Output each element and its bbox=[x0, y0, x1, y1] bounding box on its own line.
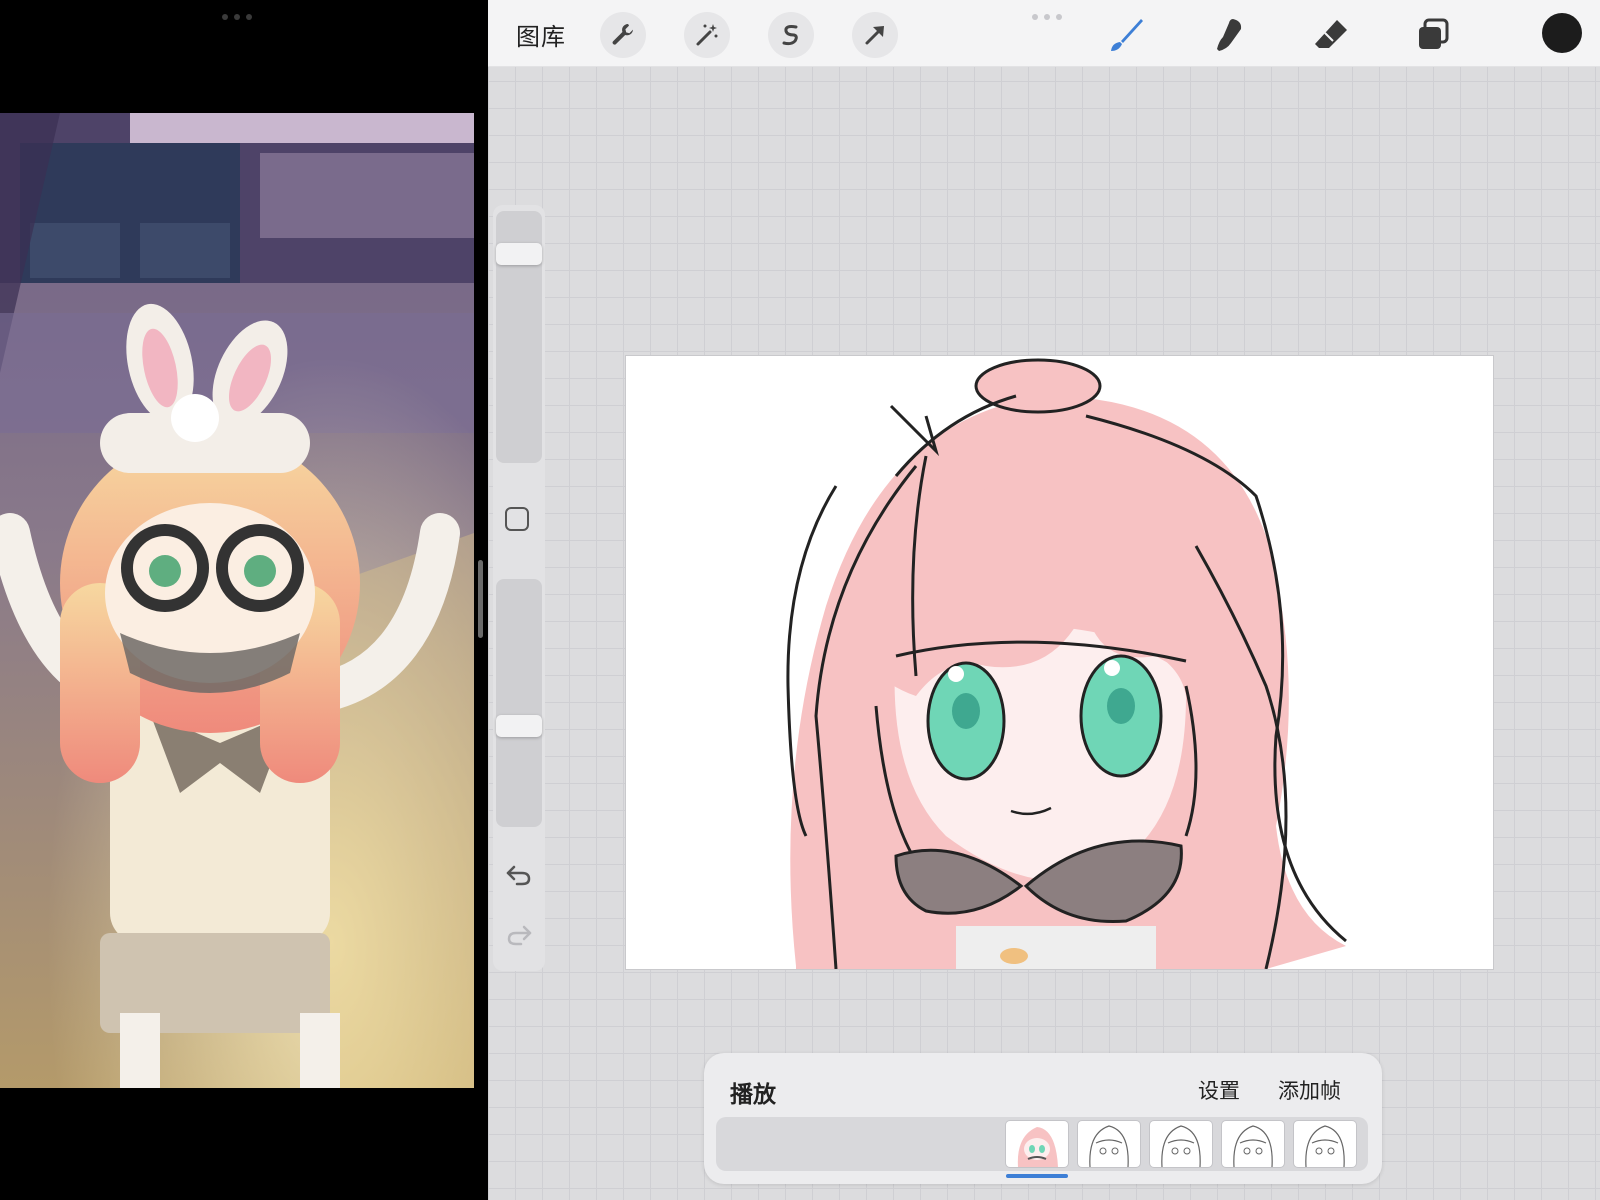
frame-5-preview bbox=[1305, 1125, 1345, 1167]
animation-settings-button[interactable]: 设置 bbox=[1198, 1075, 1240, 1105]
brush-size-slider-thumb[interactable] bbox=[496, 243, 542, 265]
selected-frame-indicator bbox=[1006, 1174, 1068, 1178]
redo-button[interactable] bbox=[505, 923, 533, 951]
undo-icon bbox=[506, 865, 531, 886]
layers-icon bbox=[1419, 18, 1449, 49]
brush-icon bbox=[1111, 19, 1143, 51]
frame-1-preview bbox=[1017, 1127, 1058, 1167]
animation-assist-panel: 播放 设置 添加帧 bbox=[704, 1053, 1382, 1184]
gallery-button[interactable]: 图库 bbox=[516, 17, 566, 52]
selection-s-icon bbox=[782, 25, 798, 46]
side-toolbar bbox=[493, 205, 545, 971]
frame-3-preview bbox=[1161, 1125, 1201, 1167]
adjustments-button[interactable] bbox=[684, 12, 730, 58]
frame-thumbnail-5[interactable] bbox=[1294, 1121, 1356, 1167]
actions-button[interactable] bbox=[600, 12, 646, 58]
frame-thumbnail-2[interactable] bbox=[1078, 1121, 1140, 1167]
canvas-artwork bbox=[786, 358, 1347, 969]
drawing-canvas[interactable] bbox=[626, 356, 1493, 969]
frame-timeline[interactable] bbox=[716, 1117, 1368, 1171]
right-window-grabber[interactable] bbox=[1028, 14, 1066, 20]
brush-size-slider[interactable] bbox=[496, 211, 542, 463]
opacity-slider-thumb[interactable] bbox=[496, 715, 542, 737]
magic-wand-icon bbox=[696, 24, 718, 46]
frame-thumbnail-3[interactable] bbox=[1150, 1121, 1212, 1167]
playback-button[interactable]: 播放 bbox=[730, 1075, 776, 1109]
reference-game-screenshot bbox=[0, 113, 474, 1088]
add-frame-button[interactable]: 添加帧 bbox=[1278, 1075, 1341, 1105]
frame-thumbnail-4[interactable] bbox=[1222, 1121, 1284, 1167]
frame-4-preview bbox=[1233, 1125, 1273, 1167]
undo-button[interactable] bbox=[505, 863, 533, 891]
eraser-icon bbox=[1315, 20, 1347, 48]
opacity-slider[interactable] bbox=[496, 579, 542, 827]
wrench-icon bbox=[612, 24, 633, 45]
procreate-app: 图库 播放 设置 添加帧 bbox=[488, 0, 1600, 1200]
split-view-left-app bbox=[0, 0, 488, 1200]
color-picker-swatch[interactable] bbox=[1542, 13, 1582, 53]
smudge-finger-icon bbox=[1217, 19, 1242, 51]
redo-icon bbox=[507, 925, 532, 946]
selection-button[interactable] bbox=[768, 12, 814, 58]
frame-thumbnail-1[interactable] bbox=[1006, 1121, 1068, 1167]
transform-button[interactable] bbox=[852, 12, 898, 58]
split-view-divider-handle[interactable] bbox=[478, 560, 483, 638]
arrow-cursor-icon bbox=[865, 26, 884, 45]
left-window-grabber[interactable] bbox=[218, 14, 256, 20]
brush-tool-button[interactable] bbox=[1104, 12, 1150, 58]
smudge-tool-button[interactable] bbox=[1206, 12, 1252, 58]
layers-button[interactable] bbox=[1410, 12, 1456, 58]
eraser-tool-button[interactable] bbox=[1308, 12, 1354, 58]
modify-button[interactable] bbox=[505, 507, 529, 531]
top-toolbar: 图库 bbox=[488, 0, 1600, 67]
frame-2-preview bbox=[1089, 1125, 1129, 1167]
